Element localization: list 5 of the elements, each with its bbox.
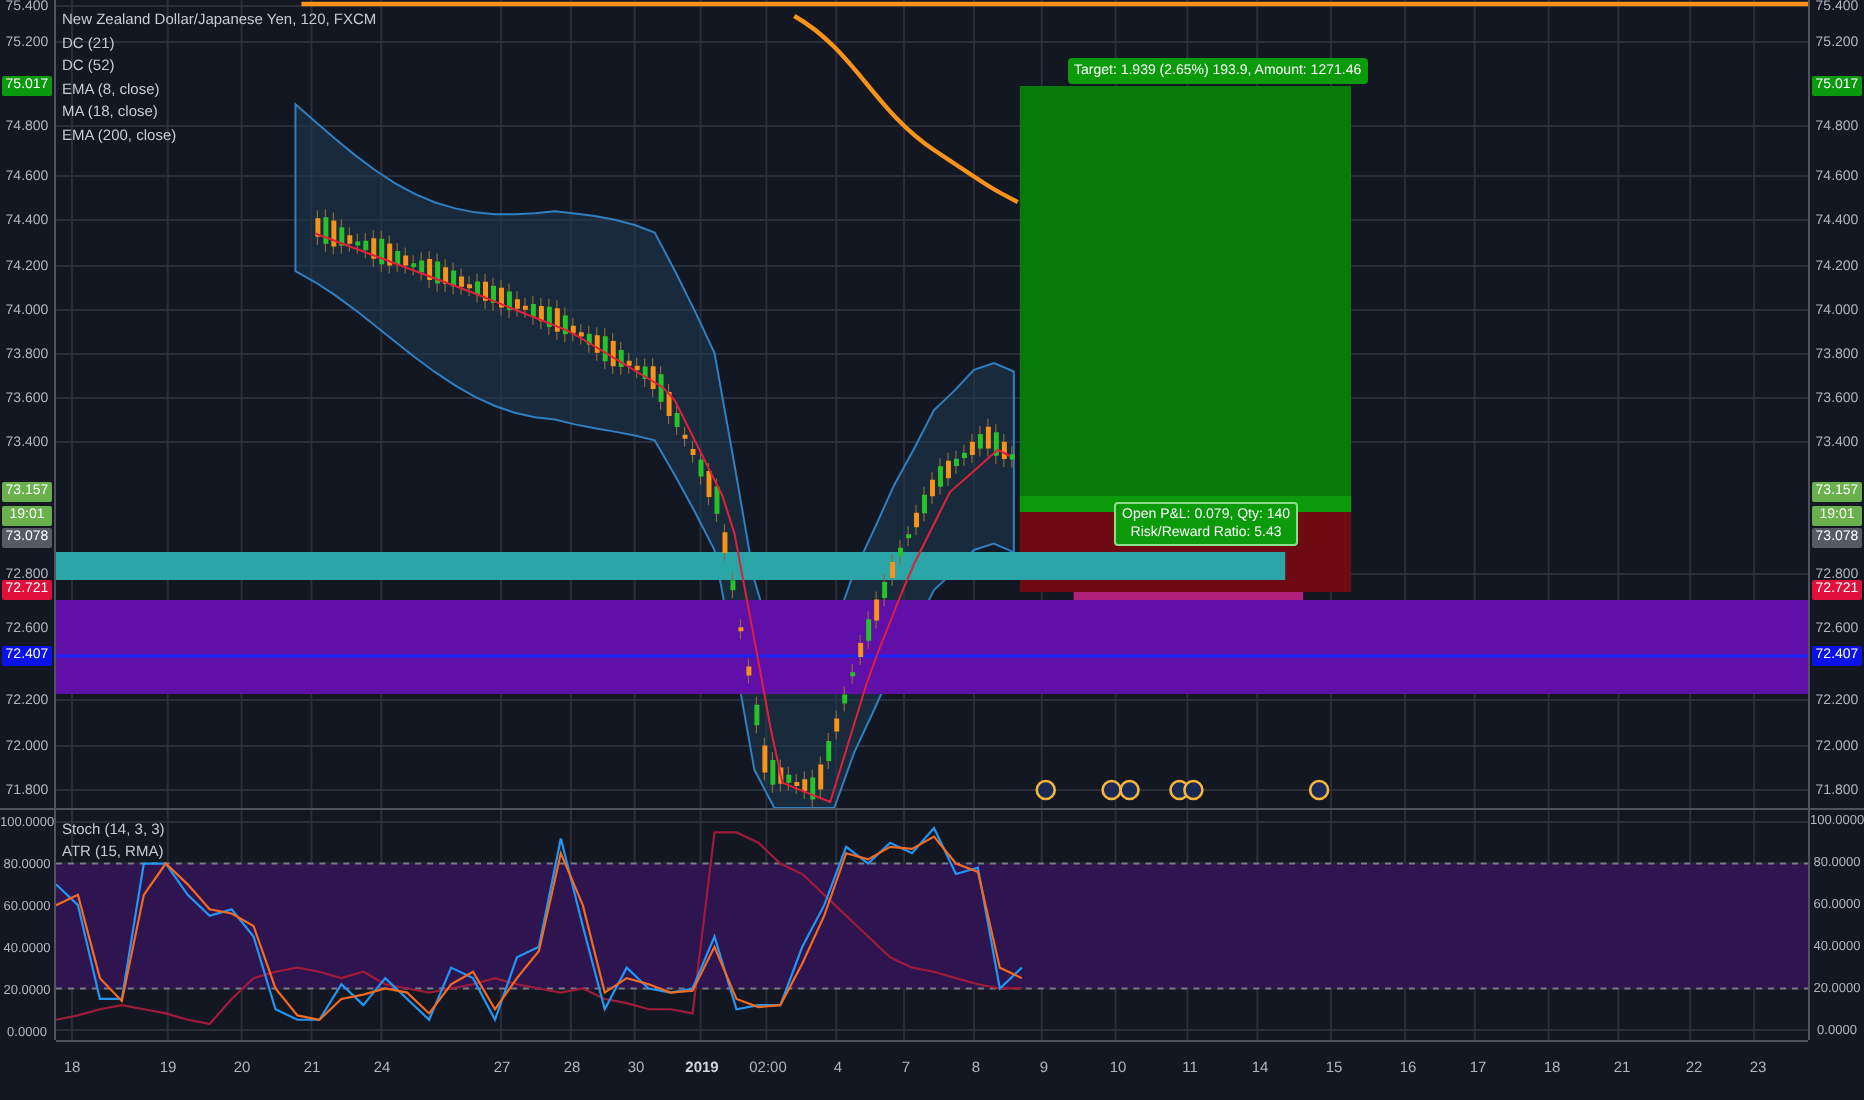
event-marker-icon[interactable] (1101, 779, 1122, 801)
event-marker-icon[interactable] (1119, 779, 1140, 801)
event-marker-icon[interactable] (1308, 779, 1330, 801)
event-marker-icon[interactable] (1035, 779, 1056, 801)
event-marker-icon[interactable] (1183, 779, 1204, 801)
